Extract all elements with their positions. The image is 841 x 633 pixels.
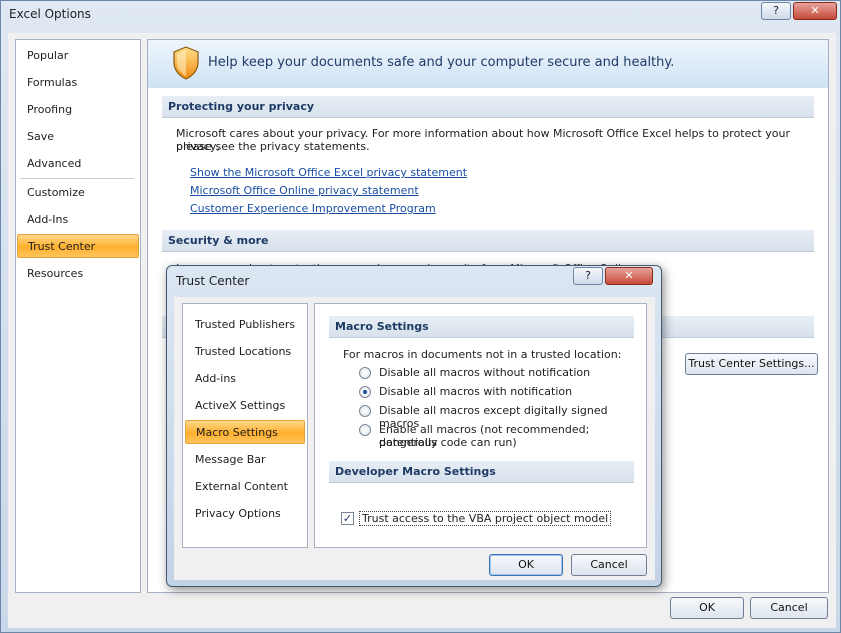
excel-privacy-statement-link[interactable]: Show the Microsoft Office Excel privacy … <box>190 166 467 179</box>
developer-macro-settings-header: Developer Macro Settings <box>329 461 634 483</box>
cancel-button[interactable]: Cancel <box>750 597 828 619</box>
radio-disable-with-notification[interactable] <box>359 386 371 398</box>
ok-button[interactable]: OK <box>670 597 744 619</box>
trust-center-settings-button[interactable]: Trust Center Settings... <box>685 353 818 375</box>
dialog-nav-privacy-options[interactable]: Privacy Options <box>185 502 305 526</box>
help-button[interactable]: ? <box>761 2 791 20</box>
ceip-link[interactable]: Customer Experience Improvement Program <box>190 202 436 215</box>
trust-center-dialog: Trust Center ? ✕ Trusted Publishers Trus… <box>166 265 662 587</box>
dialog-title: Trust Center <box>176 274 250 288</box>
macro-settings-panel: Macro Settings For macros in documents n… <box>314 303 647 548</box>
radio-disable-without-notification[interactable] <box>359 367 371 379</box>
privacy-section-header: Protecting your privacy <box>162 96 814 118</box>
security-section-header: Security & more <box>162 230 814 252</box>
nav-item-customize[interactable]: Customize <box>17 181 139 205</box>
option-label-disable-with-notification: Disable all macros with notification <box>379 385 573 398</box>
nav-item-trust-center[interactable]: Trust Center <box>17 234 139 258</box>
dialog-nav-macro-settings[interactable]: Macro Settings <box>185 420 305 444</box>
nav-item-formulas[interactable]: Formulas <box>17 71 139 95</box>
dialog-nav: Trusted Publishers Trusted Locations Add… <box>182 303 308 548</box>
nav-item-save[interactable]: Save <box>17 125 139 149</box>
nav-item-add-ins[interactable]: Add-Ins <box>17 208 139 232</box>
radio-disable-except-signed[interactable] <box>359 405 371 417</box>
shield-icon <box>173 46 199 80</box>
dialog-close-button[interactable]: ✕ <box>605 267 653 285</box>
dialog-client-area: Trusted Publishers Trusted Locations Add… <box>174 297 655 580</box>
dialog-help-button[interactable]: ? <box>573 267 603 285</box>
option-label-enable-all-macros-line2: dangerous code can run) <box>379 436 517 449</box>
office-online-privacy-link[interactable]: Microsoft Office Online privacy statemen… <box>190 184 419 197</box>
nav-item-proofing[interactable]: Proofing <box>17 98 139 122</box>
close-button[interactable]: ✕ <box>793 2 837 20</box>
option-label-disable-without-notification: Disable all macros without notification <box>379 366 591 379</box>
macro-settings-header: Macro Settings <box>329 316 634 338</box>
nav-separator <box>20 178 134 179</box>
dialog-nav-external-content[interactable]: External Content <box>185 475 305 499</box>
dialog-nav-add-ins[interactable]: Add-ins <box>185 367 305 391</box>
banner: Help keep your documents safe and your c… <box>148 40 828 88</box>
vba-trust-checkbox[interactable]: ✓ <box>341 512 354 525</box>
window-title: Excel Options <box>9 7 91 21</box>
dialog-nav-trusted-locations[interactable]: Trusted Locations <box>185 340 305 364</box>
dialog-ok-button[interactable]: OK <box>489 554 563 576</box>
nav-item-advanced[interactable]: Advanced <box>17 152 139 176</box>
dialog-nav-activex-settings[interactable]: ActiveX Settings <box>185 394 305 418</box>
nav-item-popular[interactable]: Popular <box>17 44 139 68</box>
dialog-nav-message-bar[interactable]: Message Bar <box>185 448 305 472</box>
banner-text: Help keep your documents safe and your c… <box>208 55 675 70</box>
dialog-nav-trusted-publishers[interactable]: Trusted Publishers <box>185 313 305 337</box>
options-nav: Popular Formulas Proofing Save Advanced … <box>15 39 141 593</box>
radio-enable-all-macros[interactable] <box>359 424 371 436</box>
privacy-description-line2: please see the privacy statements. <box>176 140 370 153</box>
dialog-cancel-button[interactable]: Cancel <box>571 554 647 576</box>
vba-trust-label: Trust access to the VBA project object m… <box>359 511 612 526</box>
nav-item-resources[interactable]: Resources <box>17 262 139 286</box>
macro-intro-text: For macros in documents not in a trusted… <box>343 348 622 361</box>
